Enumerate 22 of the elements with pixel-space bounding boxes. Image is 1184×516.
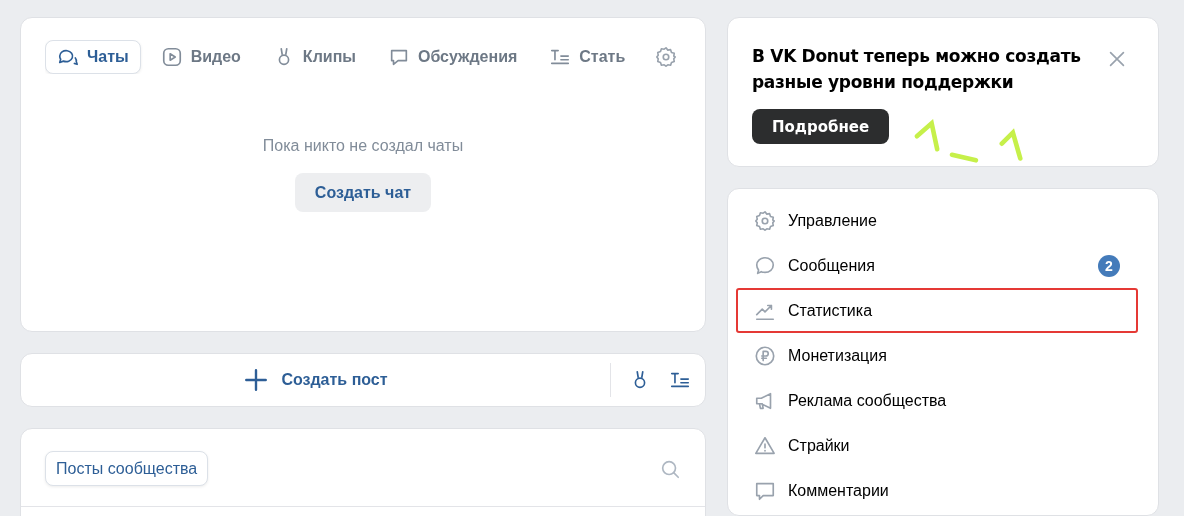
menu-item[interactable]: Монетизация <box>736 333 1138 378</box>
unread-count: 2 <box>1098 254 1120 277</box>
create-chat-button[interactable]: Создать чат <box>294 173 432 212</box>
more-button[interactable]: Подробнее <box>752 109 890 144</box>
settings-icon[interactable] <box>655 46 677 68</box>
posts-filter[interactable]: Посты сообщества <box>45 451 209 486</box>
speech-bubble-icon <box>754 254 776 277</box>
create-post-button[interactable]: Создать пост <box>21 354 610 406</box>
settings-icon <box>754 209 776 232</box>
menu-item[interactable]: Статистика <box>736 288 1138 333</box>
menu-item[interactable]: Комментарии <box>736 468 1138 513</box>
play-icon <box>160 46 183 68</box>
menu-item[interactable]: Страйки <box>736 423 1138 468</box>
menu-item[interactable]: Сообщения 2 <box>736 243 1138 288</box>
menu-item[interactable]: Управление <box>736 198 1138 243</box>
tab[interactable]: Чаты <box>45 40 141 74</box>
warning-icon <box>754 434 776 457</box>
menu-item[interactable]: Реклама сообщества <box>736 378 1138 423</box>
empty-message: Пока никто не создал чаты <box>262 137 464 155</box>
ruble-icon <box>754 344 776 367</box>
plus-icon <box>243 367 270 393</box>
banner-title: В VK Donut теперь можно создать разные уровни поддержки <box>752 45 1082 94</box>
